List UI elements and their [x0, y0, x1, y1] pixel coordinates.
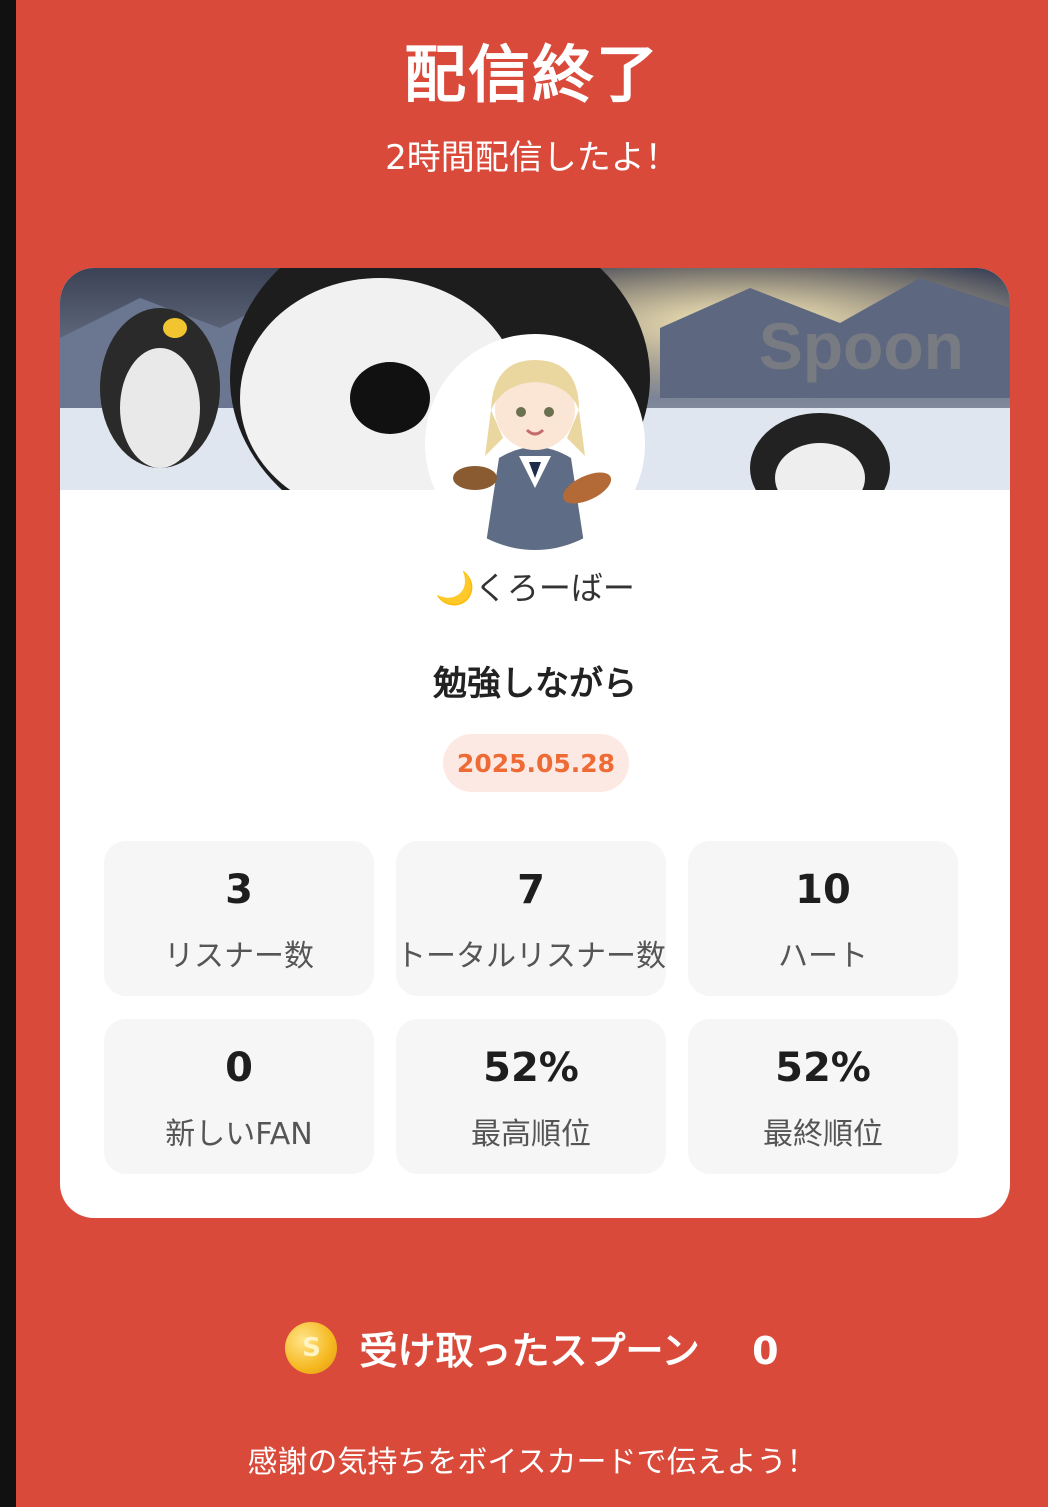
stat-tile-final-rank: 52% 最終順位	[688, 1019, 958, 1174]
stat-value: 10	[795, 867, 851, 913]
stat-label: リスナー数	[164, 939, 314, 974]
spoon-coin-icon: S	[285, 1321, 338, 1374]
voice-card-message: 感謝の気持ちをボイスカードで伝えよう！	[247, 1445, 817, 1480]
page-title: 配信終了	[403, 38, 660, 111]
stat-label: トータルリスナー数	[396, 939, 666, 974]
stat-tile-listeners: 3 リスナー数	[104, 841, 374, 996]
stat-value: 3	[225, 867, 253, 913]
spoons-label: 受け取ったスプーン	[359, 1329, 700, 1373]
stat-value: 52%	[775, 1045, 871, 1091]
stream-duration-text: 2時間配信したよ！	[385, 138, 679, 178]
username: 🌙くろーばー	[435, 569, 635, 607]
stat-tile-highest-rank: 52% 最高順位	[396, 1019, 666, 1174]
stat-value: 7	[517, 867, 545, 913]
stat-value: 0	[225, 1045, 253, 1091]
received-spoons: S 受け取ったスプーン 0	[16, 1320, 1048, 1375]
stat-tile-new-fans: 0 新しいFAN	[104, 1019, 374, 1174]
stat-value: 52%	[483, 1045, 579, 1091]
stat-label: 新しいFAN	[165, 1117, 313, 1152]
stat-tile-hearts: 10 ハート	[688, 841, 958, 996]
stat-label: ハート	[778, 939, 868, 974]
stream-title: 勉強しながら	[433, 664, 637, 704]
left-edge-strip	[0, 0, 16, 1507]
spoons-count: 0	[752, 1329, 779, 1373]
stream-summary-card: Spoon 🌙くろーばー 勉強しながら 2025.05.28 3 リスナー数 7	[60, 268, 1010, 1218]
banner-watermark: Spoon	[758, 309, 964, 383]
avatar[interactable]	[425, 334, 645, 554]
stat-label: 最終順位	[763, 1117, 883, 1152]
spoons-label-row: 受け取ったスプーン 0	[359, 1320, 778, 1375]
stat-label: 最高順位	[471, 1117, 591, 1152]
date-badge: 2025.05.28	[443, 734, 629, 792]
stat-tile-total-listeners: 7 トータルリスナー数	[396, 841, 666, 996]
